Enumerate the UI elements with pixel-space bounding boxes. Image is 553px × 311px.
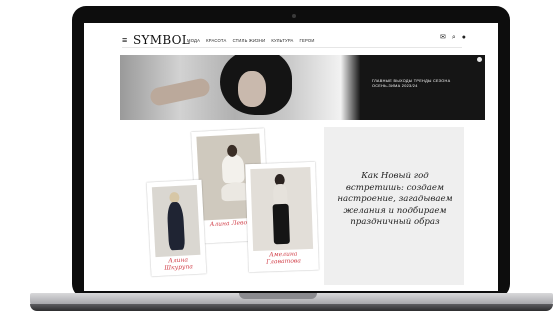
hero-text: ГЛАВНЫЕ ВЫХОДЫ ТРЕНДЫ СЕЗОНА ОСЕНЬ-ЗИМА … [372, 79, 451, 88]
header-icons: ✉ ⌕ ● [440, 34, 466, 41]
main-nav: МОДА КРАСОТА СТИЛЬ ЖИЗНИ КУЛЬТУРА ГЕРОИ [187, 38, 315, 43]
polaroid-caption: Алина Шкурупа [164, 256, 194, 272]
nav-item-fashion[interactable]: МОДА [187, 38, 200, 43]
polaroid-image [151, 184, 201, 258]
nav-item-culture[interactable]: КУЛЬТУРА [271, 38, 293, 43]
polaroid-image [250, 166, 314, 252]
laptop-base-edge [30, 304, 553, 311]
article-headline-card[interactable]: Как Новый год встретишь: создаем настрое… [324, 127, 464, 285]
menu-icon[interactable]: ≡ [122, 35, 130, 45]
hero-model-face [238, 71, 266, 107]
nav-item-heroes[interactable]: ГЕРОИ [300, 38, 315, 43]
figure-body [166, 201, 186, 251]
site-header: ≡ SYMBOL МОДА КРАСОТА СТИЛЬ ЖИЗНИ КУЛЬТУ… [122, 32, 466, 48]
nav-item-beauty[interactable]: КРАСОТА [206, 38, 226, 43]
figure-trousers [272, 203, 290, 245]
close-dot-icon[interactable] [477, 57, 482, 62]
search-icon[interactable]: ⌕ [452, 34, 456, 41]
mail-icon[interactable]: ✉ [440, 34, 446, 41]
figure-shape [221, 154, 245, 184]
browser-screen: ≡ SYMBOL МОДА КРАСОТА СТИЛЬ ЖИЗНИ КУЛЬТУ… [84, 23, 498, 291]
polaroid-caption: Амелина Главатова [266, 250, 302, 266]
laptop-notch [239, 293, 317, 299]
polaroid-photo[interactable]: Алина Шкурупа [146, 179, 207, 277]
header-divider [122, 47, 462, 48]
camera-icon [292, 14, 296, 18]
hero-photo [120, 55, 360, 120]
hero-banner[interactable]: ГЛАВНЫЕ ВЫХОДЫ ТРЕНДЫ СЕЗОНА ОСЕНЬ-ЗИМА … [120, 55, 485, 120]
site-logo[interactable]: SYMBOL [133, 33, 190, 47]
article-headline: Как Новый год встретишь: создаем настрое… [337, 171, 453, 227]
nav-item-lifestyle[interactable]: СТИЛЬ ЖИЗНИ [233, 38, 266, 43]
polaroid-photo[interactable]: Амелина Главатова [245, 161, 319, 273]
user-icon[interactable]: ● [462, 34, 466, 41]
hero-model-arm [148, 76, 212, 108]
